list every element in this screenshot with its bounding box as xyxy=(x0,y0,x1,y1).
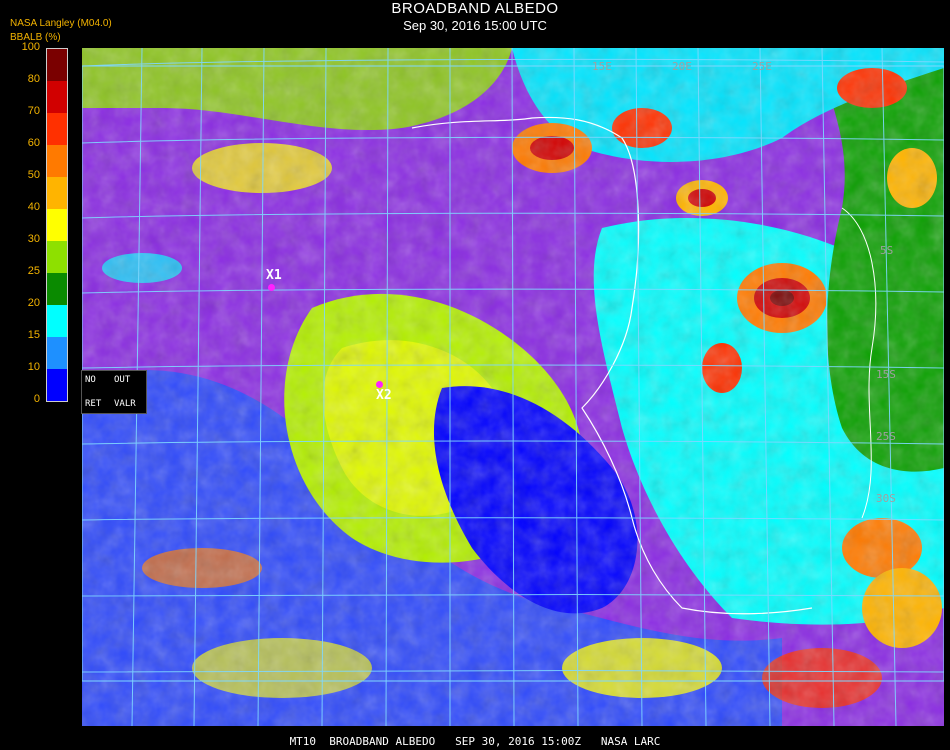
legend-swatch xyxy=(47,369,67,401)
legend-swatch xyxy=(47,305,67,337)
legend-swatch xyxy=(47,209,67,241)
legend-tick: 50 xyxy=(27,169,40,181)
lat-label-25s: 25S xyxy=(876,430,896,443)
lat-label-5s: 5S xyxy=(880,244,894,257)
marker-x1-label: X1 xyxy=(266,268,282,283)
out-button[interactable]: OUT xyxy=(114,375,130,385)
lat-label-30s: 30S xyxy=(876,492,896,505)
legend-swatch xyxy=(47,49,67,81)
legend-swatch xyxy=(47,81,67,113)
lon-label-20e: 20E xyxy=(672,60,692,73)
ret-button[interactable]: RET xyxy=(85,399,101,409)
lat-label-15s: 15S xyxy=(876,368,896,381)
marker-x2-label: X2 xyxy=(376,388,392,403)
legend-tick: 100 xyxy=(21,41,40,53)
marker-x2-dot[interactable] xyxy=(376,381,383,388)
legend-tick: 80 xyxy=(27,73,40,85)
legend-tick: 30 xyxy=(27,233,40,245)
legend-swatch xyxy=(47,337,67,369)
color-legend xyxy=(46,48,68,402)
legend-swatch xyxy=(47,273,67,305)
legend-tick: 70 xyxy=(27,105,40,117)
legend-tick: 0 xyxy=(33,393,40,405)
source-label: NASA Langley (M04.0) xyxy=(10,18,112,29)
valr-button[interactable]: VALR xyxy=(114,399,136,409)
legend-tick: 15 xyxy=(27,329,40,341)
legend-tick: 40 xyxy=(27,201,40,213)
legend-swatch xyxy=(47,241,67,273)
footer-caption: MT10 BROADBAND ALBEDO SEP 30, 2016 15:00… xyxy=(289,735,661,748)
legend-swatch xyxy=(47,145,67,177)
legend-tick: 60 xyxy=(27,137,40,149)
datetime-label: Sep 30, 2016 15:00 UTC xyxy=(403,18,547,33)
page-title: BROADBAND ALBEDO xyxy=(391,0,559,17)
legend-swatch xyxy=(47,177,67,209)
legend-tick: 20 xyxy=(27,297,40,309)
no-button[interactable]: NO xyxy=(85,375,96,385)
lon-label-15e: 15E xyxy=(592,60,612,73)
legend-tick: 25 xyxy=(27,265,40,277)
legend-tick: 10 xyxy=(27,361,40,373)
legend-swatch xyxy=(47,113,67,145)
marker-x1-dot[interactable] xyxy=(268,284,275,291)
control-panel: NO OUT RET VALR xyxy=(81,370,147,414)
albedo-map[interactable] xyxy=(82,48,944,726)
lon-label-25e: 25E xyxy=(752,60,772,73)
